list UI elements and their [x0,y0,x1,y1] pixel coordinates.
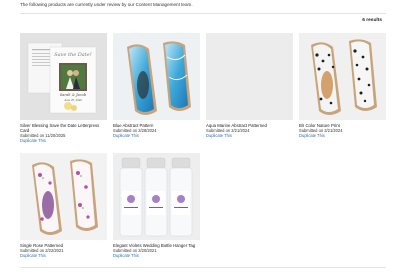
product-card: Elegant Violets Wedding Bottle Hanger Ta… [113,153,200,258]
product-thumbnail[interactable]: Save the Date! Sarah & Jacob June 25, 20… [20,33,107,120]
bottom-divider [20,267,386,268]
bottles-image [113,153,200,240]
product-title[interactable]: Silver Blessing Save the Date Letterpres… [20,123,107,133]
blue-espadrille-image [113,33,200,120]
review-notice: The following products are currently und… [20,2,193,7]
product-thumbnail[interactable] [206,33,293,120]
leopard-espadrille-image [299,33,386,120]
duplicate-link[interactable]: Duplicate This [20,253,107,258]
image-placeholder [206,33,293,120]
top-divider [20,13,386,14]
duplicate-link[interactable]: Duplicate This [113,253,200,258]
card-names: Sarah & Jacob [59,93,87,97]
product-thumbnail[interactable] [299,33,386,120]
product-card: Save the Date! Sarah & Jacob June 25, 20… [20,33,107,143]
product-card: Aqua Marine Abstract Patterned Submitted… [206,33,293,138]
results-count: 6 results [362,18,382,23]
duplicate-link[interactable]: Duplicate This [206,133,293,138]
product-thumbnail[interactable] [113,33,200,120]
rose-espadrille-image [20,153,107,240]
duplicate-link[interactable]: Duplicate This [20,138,107,143]
product-thumbnail[interactable] [113,153,200,240]
product-card: Single Rose Patterned Submitted on 2/22/… [20,153,107,258]
product-thumbnail[interactable] [20,153,107,240]
product-card: Blue Abstract Pattern Submitted on 2/28/… [113,33,200,138]
product-card: B/I Color Nature Print Submitted on 2/21… [299,33,386,138]
save-the-date-card-image [20,33,107,120]
duplicate-link[interactable]: Duplicate This [299,133,386,138]
card-date: June 25, 2026 [64,98,82,102]
duplicate-link[interactable]: Duplicate This [113,133,200,138]
card-headline: Save the Date! [54,52,92,58]
